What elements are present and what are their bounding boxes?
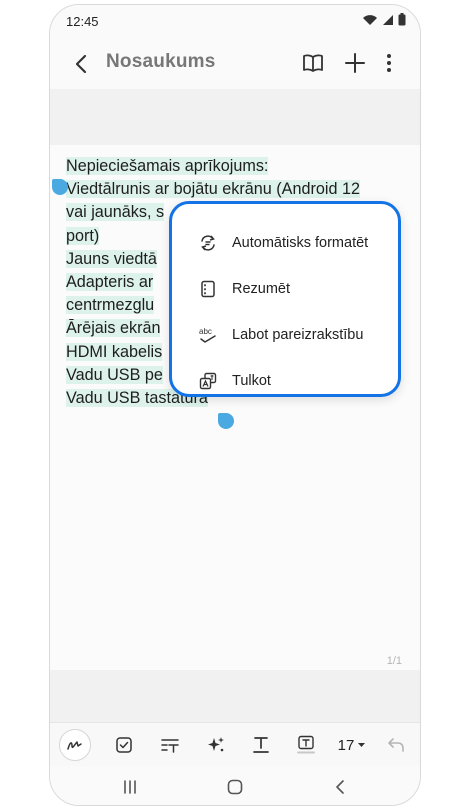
text-style-icon bbox=[161, 739, 179, 753]
back-nav-icon bbox=[336, 780, 344, 794]
ai-tool-button[interactable] bbox=[200, 729, 232, 761]
note-line: Nepieciešamais aprīkojums: bbox=[66, 157, 269, 175]
menu-item-translate[interactable]: Tulkot bbox=[172, 358, 398, 404]
text-underline-icon bbox=[253, 737, 269, 753]
page-number: 1/1 bbox=[386, 655, 402, 667]
signal-icon bbox=[382, 13, 394, 31]
translate-icon bbox=[198, 371, 218, 391]
selection-start-handle[interactable] bbox=[52, 179, 68, 195]
undo-button[interactable] bbox=[380, 729, 412, 761]
svg-text:abc: abc bbox=[199, 327, 212, 336]
menu-item-spell-check[interactable]: abc Labot pareizrakstību bbox=[172, 312, 398, 358]
add-button[interactable] bbox=[342, 50, 368, 76]
menu-item-label: Labot pareizrakstību bbox=[232, 327, 364, 343]
text-box-icon bbox=[297, 735, 315, 754]
undo-icon bbox=[388, 738, 404, 752]
menu-item-label: Tulkot bbox=[232, 373, 271, 389]
back-icon bbox=[75, 54, 87, 74]
text-style-tool-button[interactable] bbox=[154, 729, 186, 761]
more-options-button[interactable] bbox=[376, 50, 402, 76]
menu-item-summarize[interactable]: Rezumēt bbox=[172, 266, 398, 312]
selection-end-handle[interactable] bbox=[218, 413, 234, 429]
wifi-icon bbox=[362, 13, 378, 31]
note-title[interactable]: Nosaukums bbox=[106, 51, 216, 73]
recent-apps-icon bbox=[124, 780, 136, 794]
note-line: Viedtālrunis ar bojātu ekrānu (Android 1… bbox=[66, 180, 360, 199]
status-time: 12:45 bbox=[66, 14, 99, 29]
phone-frame: 12:45 Nosaukums Nepieciešamais aprīkojum… bbox=[49, 4, 421, 806]
checkbox-tool-button[interactable] bbox=[108, 729, 140, 761]
plus-icon bbox=[345, 53, 365, 73]
battery-icon bbox=[398, 13, 406, 31]
ai-sparkle-icon bbox=[208, 737, 224, 752]
note-body[interactable]: Nepieciešamais aprīkojums: Viedtālrunis … bbox=[50, 145, 420, 670]
chevron-down-icon bbox=[358, 743, 366, 747]
menu-item-label: Rezumēt bbox=[232, 281, 291, 297]
text-format-tool-button[interactable] bbox=[245, 729, 277, 761]
bottom-margin-area bbox=[50, 670, 420, 722]
status-icons bbox=[362, 13, 406, 31]
spell-check-icon: abc bbox=[198, 325, 218, 345]
pen-icon bbox=[67, 741, 82, 750]
menu-item-label: Automātisks formatēt bbox=[232, 235, 369, 251]
menu-item-auto-format[interactable]: Automātisks formatēt bbox=[172, 220, 398, 266]
summary-icon bbox=[198, 279, 218, 299]
system-nav-bar bbox=[50, 766, 420, 805]
status-bar: 12:45 bbox=[50, 5, 420, 37]
back-nav-button[interactable] bbox=[325, 774, 355, 800]
app-bar: Nosaukums bbox=[50, 37, 420, 89]
recent-apps-button[interactable] bbox=[115, 774, 145, 800]
title-area[interactable] bbox=[50, 89, 420, 145]
pen-tool-button[interactable] bbox=[59, 729, 91, 761]
text-box-tool-button[interactable] bbox=[290, 729, 322, 761]
home-icon bbox=[227, 779, 243, 795]
font-size-selector[interactable]: 17 bbox=[332, 729, 372, 761]
book-icon bbox=[303, 54, 323, 72]
more-vertical-icon bbox=[387, 54, 391, 72]
auto-format-icon bbox=[198, 233, 218, 253]
back-button[interactable] bbox=[68, 51, 94, 77]
checkbox-icon bbox=[116, 737, 132, 753]
editor-toolbar: 17 bbox=[50, 722, 420, 766]
home-button[interactable] bbox=[220, 774, 250, 800]
ai-context-menu: Automātisks formatēt Rezumēt abc Labot p… bbox=[169, 201, 401, 397]
font-size-value: 17 bbox=[337, 736, 355, 754]
reading-mode-button[interactable] bbox=[300, 50, 326, 76]
